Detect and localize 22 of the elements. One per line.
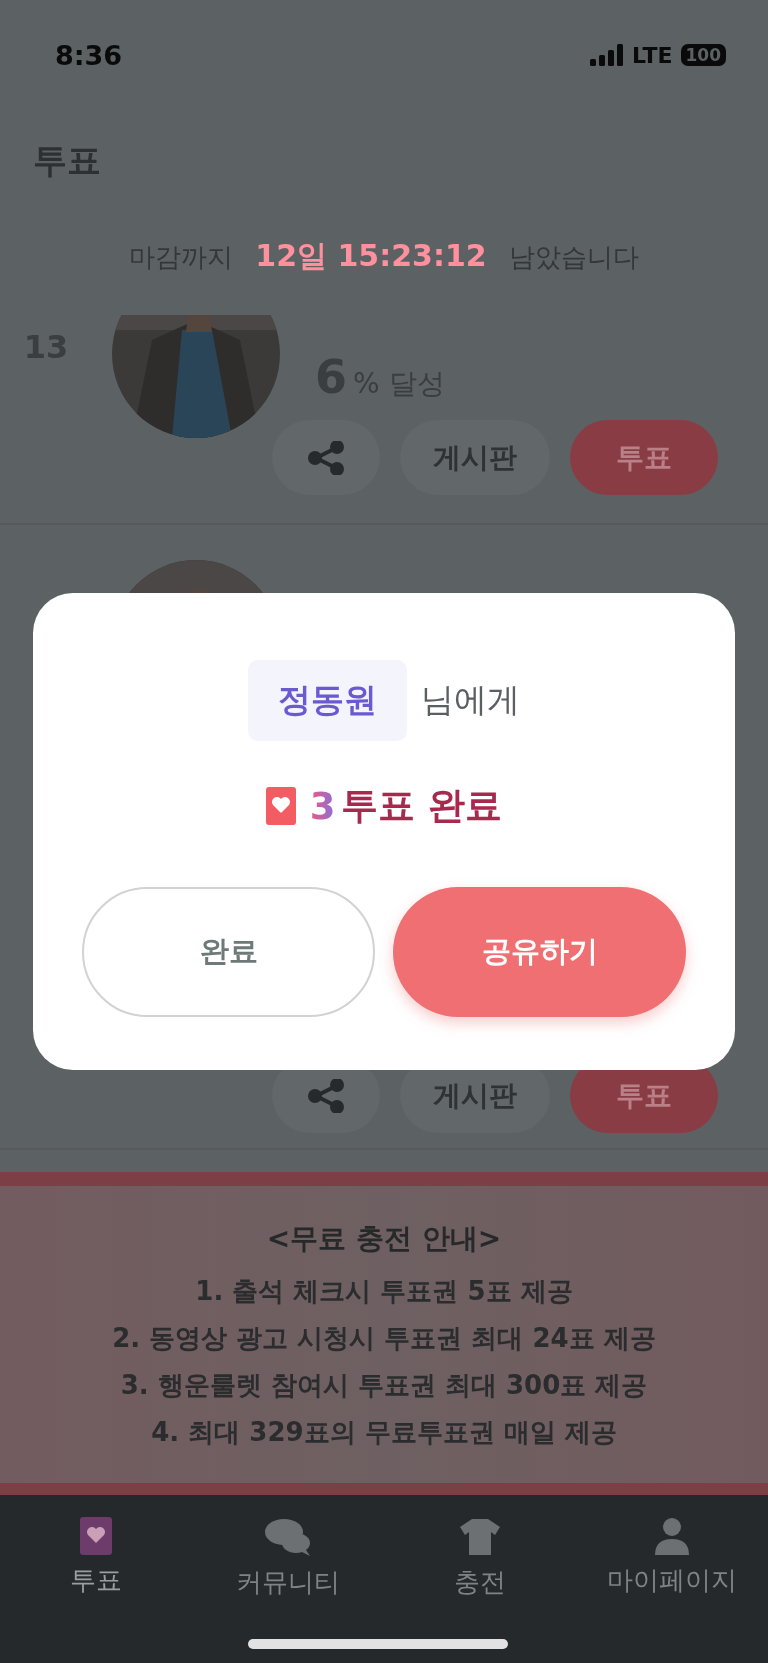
network-label: LTE (632, 42, 673, 68)
heart-card-icon (265, 787, 296, 825)
notice-line: 2. 동영상 광고 시청시 투표권 최대 24표 제공 (112, 1321, 656, 1355)
share-button[interactable]: 공유하기 (393, 887, 686, 1017)
done-button[interactable]: 완료 (82, 887, 375, 1017)
recipient-name: 정동원 (248, 660, 407, 741)
nav-tab[interactable]: 투표 (0, 1495, 192, 1663)
nav-tab[interactable]: 마이페이지 (576, 1495, 768, 1663)
share-icon (308, 1078, 344, 1113)
notice-line: 1. 출석 체크시 투표권 5표 제공 (195, 1274, 573, 1308)
share-icon (308, 440, 344, 475)
signal-icon (590, 44, 625, 66)
notice-line: 4. 최대 329표의 무료투표권 매일 제공 (151, 1415, 617, 1449)
countdown-time: 12일 15:23:12 (255, 237, 487, 275)
recipient-suffix: 님에게 (421, 679, 520, 721)
notice-title: <무료 충전 안내> (266, 1220, 502, 1257)
battery-indicator: 100 (680, 44, 726, 66)
nav-tab[interactable]: 충전 (384, 1495, 576, 1663)
vote-complete-message: 투표 완료 (341, 783, 503, 829)
vote-button[interactable]: 투표 (570, 420, 718, 495)
status-time: 8:36 (55, 39, 123, 71)
notice-line: 3. 행운룰렛 참여시 투표권 최대 300표 제공 (120, 1368, 648, 1402)
